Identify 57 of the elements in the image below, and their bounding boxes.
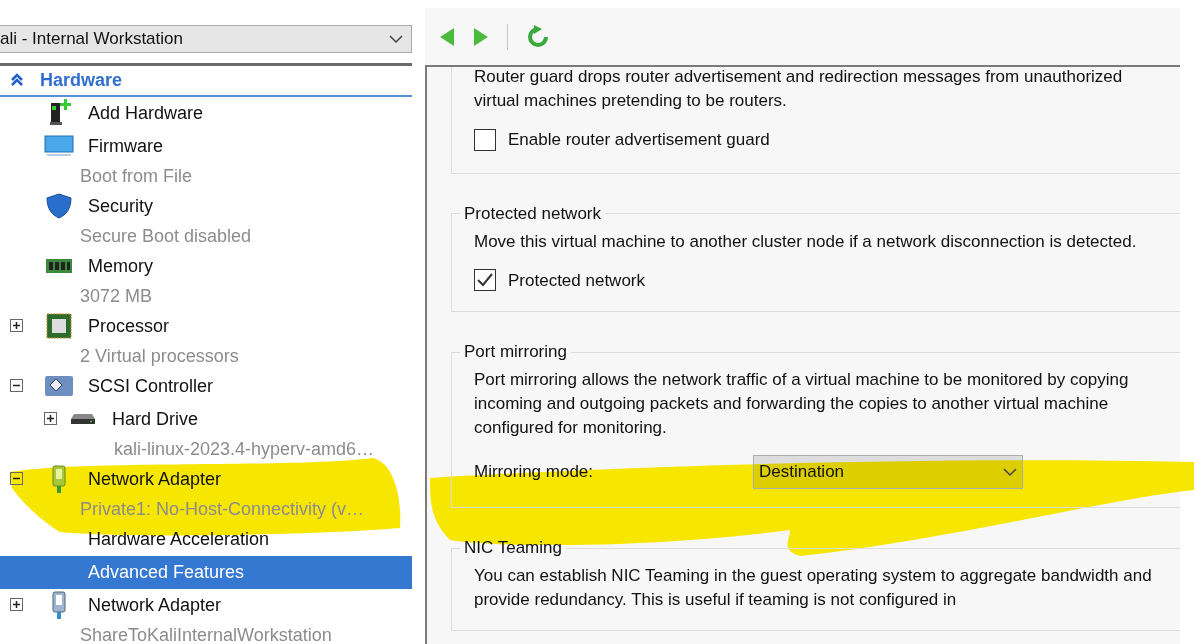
checkbox-label[interactable]: Protected network xyxy=(508,267,645,293)
tree-item[interactable]: Network Adapter xyxy=(0,588,412,622)
vm-name: ali - Internal Workstation xyxy=(0,28,183,50)
refresh-icon[interactable] xyxy=(526,24,550,49)
tree-item[interactable]: Security xyxy=(0,189,412,223)
vm-dropdown[interactable]: ali - Internal Workstation xyxy=(0,25,412,53)
tree-item[interactable]: Advanced Features xyxy=(0,555,412,589)
tree-item-label: Memory xyxy=(88,254,153,278)
section-header[interactable]: Hardware xyxy=(40,66,123,94)
mode-dropdown[interactable]: Destination xyxy=(753,455,1023,489)
expand-icon[interactable] xyxy=(10,598,24,612)
tree-item-detail: kali-linux-2023.4-hyperv-amd6… xyxy=(114,437,375,461)
tree-item-label: Security xyxy=(88,194,154,218)
tree-item-detail: 3072 MB xyxy=(80,284,153,308)
tree-item[interactable]: Memory xyxy=(0,249,412,283)
memory-chip-icon xyxy=(45,256,73,276)
tree-item[interactable]: Processor xyxy=(0,309,412,343)
controller-icon xyxy=(44,373,74,399)
tree-item-label: Firmware xyxy=(88,134,163,158)
checkbox[interactable] xyxy=(474,269,496,292)
processor-icon xyxy=(45,312,73,340)
group-description: Port mirroring allows the network traffic of a virtual machine to be monitored by copying incoming and outgoing packets and forwarding the copies to another virtual machine configured for monitoring. xyxy=(474,369,1130,439)
collapse-icon[interactable] xyxy=(10,472,24,486)
network-plug-icon xyxy=(50,590,68,620)
dropdown-value: Destination xyxy=(759,461,845,484)
checkbox[interactable] xyxy=(474,128,496,151)
tree-item-label: Add Hardware xyxy=(88,101,204,125)
group-title: Protected network xyxy=(463,202,602,225)
chevron-down-icon xyxy=(389,34,403,43)
tree-item-label: Processor xyxy=(88,314,170,338)
group-title: Port mirroring xyxy=(463,341,568,363)
tree-item-label: Network Adapter xyxy=(88,593,222,617)
monitor-icon xyxy=(44,134,74,158)
group-description: You can establish NIC Teaming in the guest operating system to aggregate bandwidth and provide redundancy. This is useful if teaming is not configured in xyxy=(474,565,1153,611)
tree-item[interactable]: Add Hardware xyxy=(0,96,412,130)
tree-item[interactable]: Hard Drive xyxy=(0,402,412,436)
hard-drive-icon xyxy=(70,412,96,426)
group-description: Move this virtual machine to another cluster node if a network disconnection is detected. xyxy=(474,230,1138,253)
expand-icon[interactable] xyxy=(44,412,58,426)
tree-item-label: Advanced Features xyxy=(88,560,245,584)
tree-item[interactable]: Firmware xyxy=(0,129,412,163)
tree-item-detail: Secure Boot disabled xyxy=(80,224,252,248)
tree-item[interactable]: SCSI Controller xyxy=(0,369,412,403)
expand-icon[interactable] xyxy=(10,319,24,333)
shield-icon xyxy=(45,192,73,220)
add-hardware-icon xyxy=(47,99,71,127)
checkbox-label[interactable]: Enable router advertisement guard xyxy=(508,127,770,153)
collapse-icon[interactable] xyxy=(10,379,24,393)
tree-item-detail: Boot from File xyxy=(80,164,193,188)
tree-item-label: Hard Drive xyxy=(112,407,199,431)
tree-item-label: SCSI Controller xyxy=(88,374,214,398)
tree-item-detail: ShareToKaliInternalWorkstation xyxy=(80,623,332,644)
group-description: Router guard drops router advertisement and redirection messages from unauthorized virtual machines pretending to be routers. xyxy=(474,67,1124,112)
chevron-down-icon xyxy=(1003,468,1017,476)
tree-item-label: Network Adapter xyxy=(88,467,222,491)
tree-item-detail: 2 Virtual processors xyxy=(80,344,239,368)
tree-item-detail: Private1: No-Host-Connectivity (v… xyxy=(80,497,365,521)
